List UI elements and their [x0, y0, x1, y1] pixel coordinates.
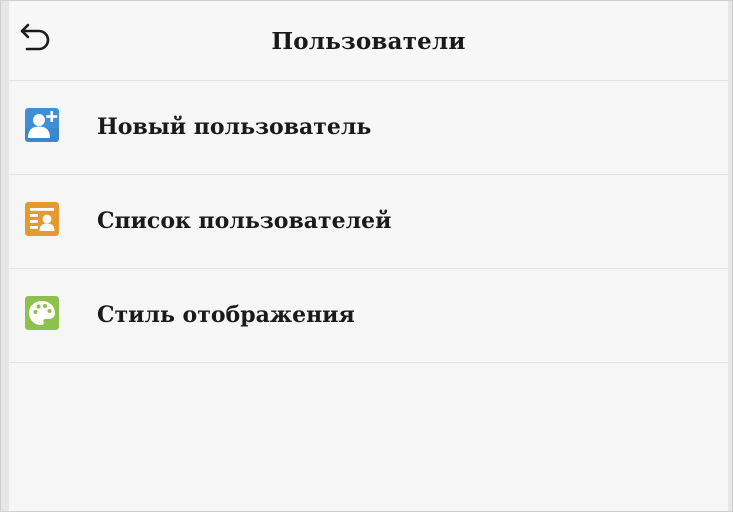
screen-frame-left	[1, 1, 9, 511]
menu-item-label: Список пользователей	[97, 208, 392, 234]
page-title: Пользователи	[271, 28, 466, 55]
menu-item-label: Новый пользователь	[97, 114, 372, 140]
add-user-icon	[25, 108, 59, 142]
user-list-icon	[25, 202, 59, 236]
header-bar: Пользователи	[9, 1, 728, 81]
menu-item-label: Стиль отображения	[97, 302, 355, 328]
menu-list: Новый пользователь Список пользователей	[9, 81, 728, 363]
palette-icon	[25, 296, 59, 330]
screen-frame-right	[728, 1, 732, 511]
users-screen: Пользователи Новый пользователь Список п…	[0, 0, 733, 512]
menu-item-user-list[interactable]: Список пользователей	[9, 175, 728, 269]
menu-item-new-user[interactable]: Новый пользователь	[9, 81, 728, 175]
menu-item-display-style[interactable]: Стиль отображения	[9, 269, 728, 363]
